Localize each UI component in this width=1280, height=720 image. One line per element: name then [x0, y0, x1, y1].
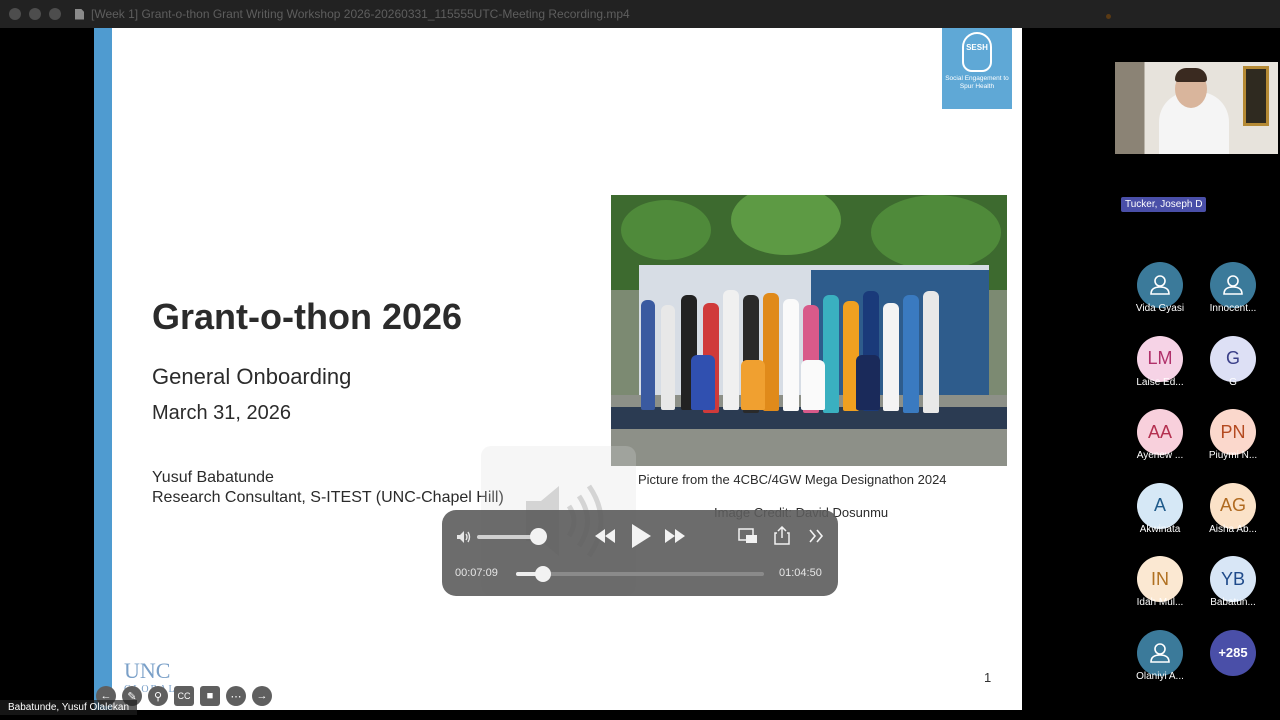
progress-bar[interactable]: [516, 566, 764, 582]
play-icon[interactable]: [630, 523, 652, 549]
sesh-logo: SESH Social Engagement to Spur Health: [942, 28, 1012, 109]
window-title: [Week 1] Grant-o-thon Grant Writing Work…: [91, 7, 630, 21]
participant-initials: PN: [1220, 421, 1246, 442]
participant-name: Piuymi N...: [1208, 450, 1258, 461]
participant-avatar[interactable]: A: [1137, 482, 1183, 529]
window-titlebar: [Week 1] Grant-o-thon Grant Writing Work…: [0, 0, 1280, 28]
participant-avatar[interactable]: PN: [1210, 409, 1256, 455]
participant-avatar[interactable]: AG: [1210, 482, 1256, 529]
current-time: 00:07:09: [455, 567, 498, 579]
participant-initials: A: [1153, 495, 1166, 515]
presenter-label: Babatunde, Yusuf Olalekan: [0, 700, 138, 715]
participant-name: Idah Mul...: [1136, 597, 1184, 608]
participant-avatar[interactable]: LM: [1137, 335, 1183, 382]
person-icon: [1150, 642, 1170, 663]
rewind-icon[interactable]: [594, 528, 616, 544]
window-controls: [9, 8, 61, 20]
volume-icon[interactable]: [456, 530, 472, 544]
slide-page-number: 1: [984, 670, 992, 685]
participant-initials: IN: [1151, 568, 1169, 589]
participant-name: Laise Ed...: [1136, 376, 1184, 388]
participant-avatar[interactable]: +285: [1210, 629, 1256, 676]
minimize-window-button[interactable]: [29, 8, 41, 20]
presentation-slide: SESH Social Engagement to Spur Health Gr…: [94, 28, 1022, 710]
person-icon: [1223, 275, 1243, 295]
participant-avatar[interactable]: [1210, 262, 1256, 308]
next-slide-icon[interactable]: →: [252, 686, 272, 706]
participant-avatar[interactable]: IN: [1137, 556, 1183, 602]
volume-knob[interactable]: [530, 528, 547, 545]
slide-subtitle: General Onboarding: [152, 364, 352, 389]
fast-forward-icon[interactable]: [664, 528, 686, 544]
person-icon: [1150, 275, 1170, 295]
participant-initials: AG: [1219, 495, 1246, 515]
participant-initials: +285: [1218, 645, 1248, 660]
close-window-button[interactable]: [9, 8, 21, 20]
slide-accent-bar: [94, 28, 112, 710]
participant-initials: LM: [1147, 348, 1173, 368]
picture-in-picture-icon[interactable]: [738, 528, 758, 544]
participant-name: Aisha Ab...: [1209, 523, 1257, 535]
document-icon: [75, 8, 84, 20]
more-options-icon[interactable]: ⋯: [226, 686, 246, 706]
participant-initials: YB: [1220, 568, 1245, 589]
photo-caption: Picture from the 4CBC/4GW Mega Designath…: [638, 472, 947, 487]
participant-name: Innocent...: [1209, 303, 1257, 314]
recording-dot-icon: [1106, 14, 1111, 19]
participant-name: Vida Gyasi: [1135, 303, 1185, 314]
lightbulb-icon: SESH: [962, 32, 992, 72]
more-chevrons-icon[interactable]: [808, 529, 824, 543]
participant-name: Olaniyi A...: [1136, 670, 1184, 682]
slide-title: Grant-o-thon 2026: [152, 296, 463, 337]
participant-avatar[interactable]: AA: [1137, 409, 1183, 455]
zoom-window-button[interactable]: [49, 8, 61, 20]
active-speaker-name: Tucker, Joseph D: [1121, 197, 1207, 212]
camera-icon[interactable]: ■: [200, 686, 220, 706]
slide-date: March 31, 2026: [152, 402, 291, 424]
presenter-name: Yusuf Babatunde: [152, 469, 274, 486]
presenter-role: Research Consultant, S-ITEST (UNC-Chapel…: [152, 489, 504, 506]
captions-icon[interactable]: CC: [174, 686, 194, 706]
share-icon[interactable]: [774, 526, 790, 545]
sesh-logo-text: Social Engagement to Spur Health: [945, 75, 1009, 90]
participant-initials: AA: [1147, 421, 1172, 442]
participant-avatar[interactable]: [1137, 629, 1183, 676]
participant-avatar[interactable]: YB: [1210, 556, 1256, 602]
group-photo: [611, 195, 1007, 466]
participant-initials: G: [1225, 348, 1240, 368]
participant-name: Akwinata: [1139, 523, 1181, 535]
progress-scrubber[interactable]: [535, 566, 552, 582]
participant-avatar[interactable]: [1137, 262, 1183, 308]
total-time: 01:04:50: [779, 567, 822, 579]
zoom-icon[interactable]: ⚲: [148, 686, 168, 706]
participant-name: Babatun...: [1210, 597, 1256, 608]
participant-name: G: [1229, 376, 1237, 388]
active-speaker-video[interactable]: [1115, 62, 1278, 154]
participant-name: Ayenew ...: [1136, 450, 1184, 461]
media-player-controls: 00:07:09 01:04:50: [442, 510, 838, 596]
participant-avatar[interactable]: G: [1210, 335, 1256, 382]
